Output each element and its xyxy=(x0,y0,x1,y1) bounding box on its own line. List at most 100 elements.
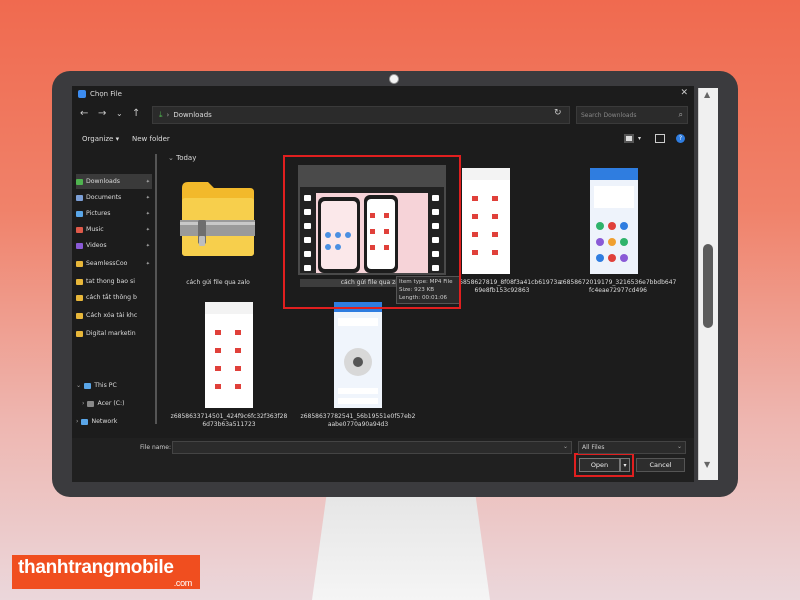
pin-icon: ✦ xyxy=(145,194,150,201)
search-input[interactable]: Search Downloads ⌕ xyxy=(576,106,688,124)
brand-name: thanhtrangmobile xyxy=(18,557,174,578)
title-bar: Chọn File ✕ xyxy=(72,86,694,102)
page-scrollbar[interactable]: ▲ ▼ xyxy=(698,88,718,480)
sidebar-item-c-ch-t-t-th-ng-b[interactable]: cách tắt thông b xyxy=(76,290,152,305)
brand-logo: thanhtrangmobile .com xyxy=(12,555,200,589)
sidebar-item-digital-marketin[interactable]: Digital marketin xyxy=(76,326,152,341)
zip-folder-icon[interactable] xyxy=(180,180,255,258)
open-dropdown-button[interactable]: ▾ xyxy=(620,458,630,472)
pin-icon: ✦ xyxy=(145,178,150,185)
pin-icon: ✦ xyxy=(145,210,150,217)
new-folder-button[interactable]: New folder xyxy=(132,135,170,143)
folder-icon xyxy=(76,278,83,285)
window-title: Chọn File xyxy=(90,90,122,98)
scrollbar-thumb[interactable] xyxy=(703,244,713,328)
file-label: cách gửi file qua zalo xyxy=(186,279,250,286)
pin-icon: ✦ xyxy=(145,260,150,267)
cancel-button[interactable]: Cancel xyxy=(636,458,685,472)
folder-icon xyxy=(76,330,83,337)
view-toggle-icon[interactable] xyxy=(624,134,634,143)
scroll-up-icon[interactable]: ▲ xyxy=(704,90,710,99)
command-bar: Organize ▾ New folder ▾ ? xyxy=(72,132,694,148)
file-type-select[interactable]: All Files ⌄ xyxy=(578,441,686,454)
forward-arrow-icon[interactable]: → xyxy=(98,108,106,119)
sidebar-item-label: Music xyxy=(86,226,104,233)
sidebar-item-seamlesscoo[interactable]: SeamlessCoo ✦ xyxy=(76,256,152,271)
close-icon[interactable]: ✕ xyxy=(680,88,688,98)
drive-icon xyxy=(87,400,95,407)
file-name-input[interactable]: ⌄ xyxy=(172,441,572,454)
sidebar-item-network[interactable]: › Network xyxy=(76,414,152,429)
scroll-down-icon[interactable]: ▼ xyxy=(704,460,710,469)
view-dropdown-icon[interactable]: ▾ xyxy=(638,135,641,142)
app-icon xyxy=(78,90,86,98)
back-arrow-icon[interactable]: ← xyxy=(80,108,88,119)
navigation-pane: Downloads ✦ Documents ✦ Pictures ✦ Music ✦ Video… xyxy=(72,150,156,430)
sidebar-item-pictures[interactable]: Pictures ✦ xyxy=(76,206,152,221)
sidebar-item-label: Videos xyxy=(86,242,107,249)
sidebar-item-c-ch-x-a-t-i-khc[interactable]: Cách xóa tài khc xyxy=(76,308,152,323)
expand-chevron-icon[interactable]: ⌄ xyxy=(76,382,81,389)
sidebar-item-label: Network xyxy=(91,418,118,425)
file-label: z6858672019179_3216536e7bbdb647 fc4eae729… xyxy=(559,279,677,294)
chevron-down-icon[interactable]: ⌄ xyxy=(563,443,568,450)
recent-chevron-icon[interactable]: ⌄ xyxy=(116,109,123,118)
sidebar-item-label: SeamlessCoo xyxy=(86,260,128,267)
sidebar-item-downloads[interactable]: Downloads ✦ xyxy=(76,174,152,189)
image-thumbnail[interactable] xyxy=(334,302,382,408)
file-label: z6858627819_8f08f3a41cb61973a 69e8fb153c9… xyxy=(456,279,561,294)
folder-icon xyxy=(76,260,83,267)
search-placeholder: Search Downloads xyxy=(581,111,637,119)
file-label: z6858637782541_56b19551e0f57eb2 aabe0770a… xyxy=(300,413,416,428)
sidebar-item-music[interactable]: Music ✦ xyxy=(76,222,152,237)
up-arrow-icon[interactable]: ↑ xyxy=(132,108,140,119)
refresh-icon[interactable]: ↻ xyxy=(554,108,562,118)
pin-icon: ✦ xyxy=(145,242,150,249)
sidebar-scrollbar[interactable] xyxy=(155,154,157,424)
help-icon[interactable]: ? xyxy=(676,134,685,143)
sidebar-item-documents[interactable]: Documents ✦ xyxy=(76,190,152,205)
navigation-bar: ← → ⌄ ↑ ⤓ › Downloads ↻ Search Downloads… xyxy=(72,104,694,126)
sidebar-item-videos[interactable]: Videos ✦ xyxy=(76,238,152,253)
folder-icon xyxy=(76,294,83,301)
sidebar-item-drive[interactable]: › Acer (C:) xyxy=(82,396,158,411)
expand-chevron-icon[interactable]: › xyxy=(82,400,84,407)
sidebar-item-tat-thong-bao-si[interactable]: tat thong bao si xyxy=(76,274,152,289)
network-icon xyxy=(81,418,89,425)
monitor-stand xyxy=(312,497,490,600)
download-icon: ⤓ xyxy=(159,110,163,119)
address-bar[interactable]: ⤓ › Downloads xyxy=(152,106,570,124)
music-icon xyxy=(76,226,83,233)
webcam-dot xyxy=(389,74,399,84)
expand-chevron-icon[interactable]: › xyxy=(76,418,78,425)
search-icon: ⌕ xyxy=(678,110,683,119)
video-icon xyxy=(76,242,83,249)
file-name-label: File name: xyxy=(140,444,171,451)
preview-pane-icon[interactable] xyxy=(655,134,665,143)
sidebar-item-label: Acer (C:) xyxy=(97,400,125,407)
open-button[interactable]: Open xyxy=(579,458,620,472)
sidebar-item-label: tat thong bao si xyxy=(86,278,135,285)
sidebar-item-label: Cách xóa tài khc xyxy=(86,312,138,319)
sidebar-item-this-pc[interactable]: ⌄ This PC xyxy=(76,378,152,393)
sidebar-item-label: Downloads xyxy=(86,178,120,185)
collapse-chevron-icon[interactable]: ⌄ xyxy=(168,154,174,162)
image-thumbnail[interactable] xyxy=(590,168,638,274)
brand-suffix: .com xyxy=(173,578,193,588)
sidebar-item-label: Documents xyxy=(86,194,122,201)
pin-icon: ✦ xyxy=(145,226,150,233)
path-chevron-icon: › xyxy=(166,111,170,119)
document-icon xyxy=(76,194,83,201)
file-label: z6858633714501_424f9c6fc32f363f28 6d73b63… xyxy=(170,413,288,428)
image-thumbnail[interactable] xyxy=(462,168,510,274)
image-thumbnail[interactable] xyxy=(205,302,253,408)
organize-button[interactable]: Organize ▾ xyxy=(82,135,119,143)
sidebar-item-label: Digital marketin xyxy=(86,330,136,337)
sidebar-item-label: cách tắt thông b xyxy=(86,294,137,301)
sidebar-item-label: This PC xyxy=(94,382,117,389)
chevron-down-icon: ⌄ xyxy=(676,443,682,450)
computer-icon xyxy=(84,382,92,389)
picture-icon xyxy=(76,210,83,217)
highlight-box-video xyxy=(283,155,461,309)
group-header: ⌄ Today xyxy=(168,154,197,162)
